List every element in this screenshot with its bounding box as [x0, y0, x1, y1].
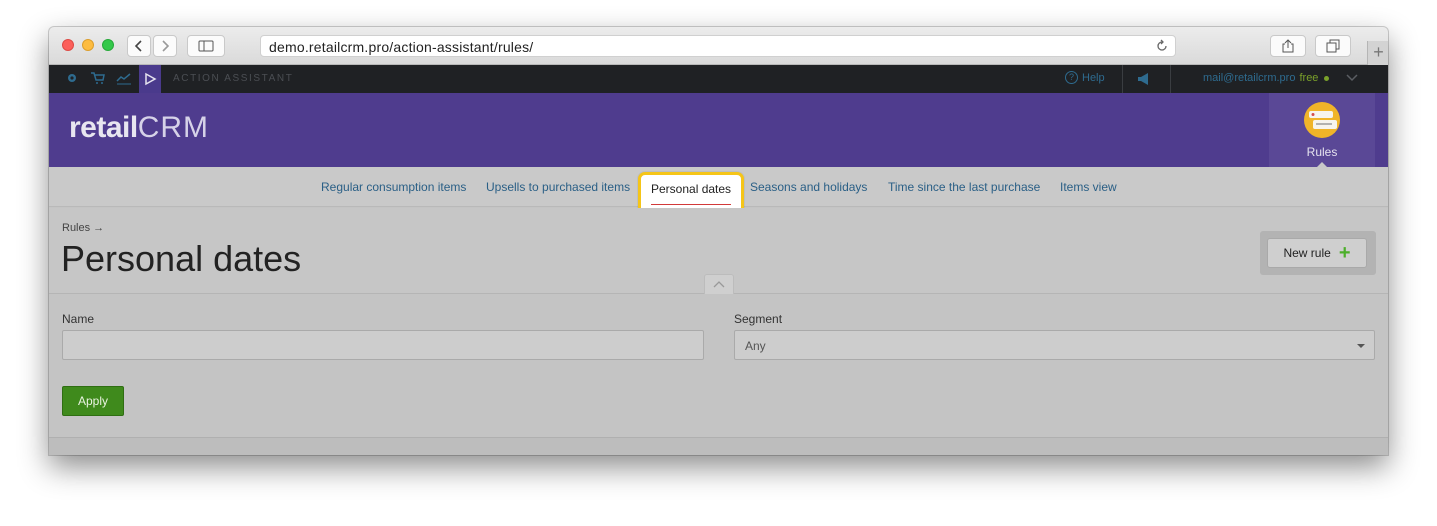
tabs-overview-button[interactable]	[1315, 35, 1351, 57]
filter-panel: Name Segment Any Apply	[49, 295, 1388, 437]
zoom-window-button[interactable]	[102, 39, 114, 51]
caret-down-icon	[1357, 344, 1365, 348]
collapse-filters-button[interactable]	[704, 274, 734, 294]
help-label: Help	[1082, 71, 1105, 84]
rule-type-tabs: Regular consumption items Upsells to pur…	[49, 167, 1388, 216]
new-rule-label: New rule	[1283, 246, 1331, 260]
megaphone-icon[interactable]	[1136, 72, 1152, 86]
minimize-window-button[interactable]	[82, 39, 94, 51]
plan-badge: free	[1299, 72, 1319, 84]
segment-selected-value: Any	[745, 339, 766, 353]
action-assistant-module-button[interactable]	[139, 65, 161, 93]
logo-text-crm: CRM	[137, 111, 210, 144]
chevron-left-icon	[134, 40, 142, 52]
active-tab-underline	[651, 204, 732, 205]
rules-tile[interactable]: Rules	[1269, 93, 1375, 168]
new-rule-button-highlight: New rule +	[1260, 231, 1376, 275]
app-header: retailCRM Rules	[49, 93, 1388, 168]
tab-seasons-and-holidays[interactable]: Seasons and holidays	[750, 180, 867, 194]
tab-upsells-to-purchased-items[interactable]: Upsells to purchased items	[486, 180, 630, 194]
play-icon	[145, 72, 157, 86]
tab-regular-consumption-items[interactable]: Regular consumption items	[321, 180, 466, 194]
name-field[interactable]	[62, 330, 704, 360]
share-icon	[1282, 39, 1294, 53]
address-bar[interactable]: demo.retailcrm.pro/action-assistant/rule…	[260, 35, 1176, 57]
tab-items-view[interactable]: Items view	[1060, 180, 1117, 194]
name-label: Name	[62, 312, 95, 326]
page-title: Personal dates	[61, 238, 302, 279]
chevron-down-icon[interactable]	[1346, 74, 1358, 82]
forward-button[interactable]	[153, 35, 177, 57]
tabs-icon	[1326, 39, 1340, 53]
help-link[interactable]: ? Help	[1065, 71, 1105, 84]
cart-icon[interactable]	[90, 71, 106, 85]
retailcrm-logo[interactable]: retailCRM	[69, 111, 209, 145]
new-tab-button[interactable]: +	[1367, 41, 1388, 65]
status-dot	[1324, 75, 1330, 81]
apply-button[interactable]: Apply	[62, 386, 124, 416]
tab-time-since-last-purchase[interactable]: Time since the last purchase	[888, 180, 1040, 194]
segment-label: Segment	[734, 312, 783, 326]
share-button[interactable]	[1270, 35, 1306, 57]
close-window-button[interactable]	[62, 39, 74, 51]
rules-icon	[1304, 102, 1340, 138]
gear-icon[interactable]	[65, 71, 79, 85]
sidebar-toggle-button[interactable]	[187, 35, 225, 57]
module-name: ACTION ASSISTANT	[173, 73, 294, 84]
content-bottom	[49, 437, 1388, 455]
divider	[1170, 65, 1171, 93]
divider	[1122, 65, 1123, 93]
reload-icon[interactable]	[1155, 39, 1169, 53]
breadcrumb[interactable]: Rules →	[62, 222, 104, 234]
browser-window: demo.retailcrm.pro/action-assistant/rule…	[49, 27, 1388, 455]
account-email: mail@retailcrm.pro	[1203, 72, 1296, 84]
back-button[interactable]	[127, 35, 151, 57]
plus-icon: +	[1338, 242, 1351, 264]
app-topbar: ACTION ASSISTANT ? Help mail@retailcrm.p…	[49, 65, 1388, 93]
account-menu[interactable]: mail@retailcrm.pro free	[1203, 72, 1330, 84]
chevron-up-icon	[713, 281, 725, 288]
tab-personal-dates-label: Personal dates	[651, 182, 732, 196]
rules-tile-label: Rules	[1306, 145, 1338, 159]
logo-text: retail	[69, 111, 138, 144]
new-rule-button[interactable]: New rule +	[1267, 238, 1367, 268]
analytics-icon[interactable]	[116, 71, 132, 85]
browser-toolbar: demo.retailcrm.pro/action-assistant/rule…	[49, 27, 1388, 65]
url-text: demo.retailcrm.pro/action-assistant/rule…	[269, 39, 534, 55]
question-icon: ?	[1065, 71, 1078, 84]
segment-select[interactable]: Any	[734, 330, 1375, 360]
chevron-right-icon	[162, 40, 170, 52]
sidebar-icon	[198, 40, 214, 52]
page-header: Rules → Personal dates New rule +	[49, 208, 1388, 294]
